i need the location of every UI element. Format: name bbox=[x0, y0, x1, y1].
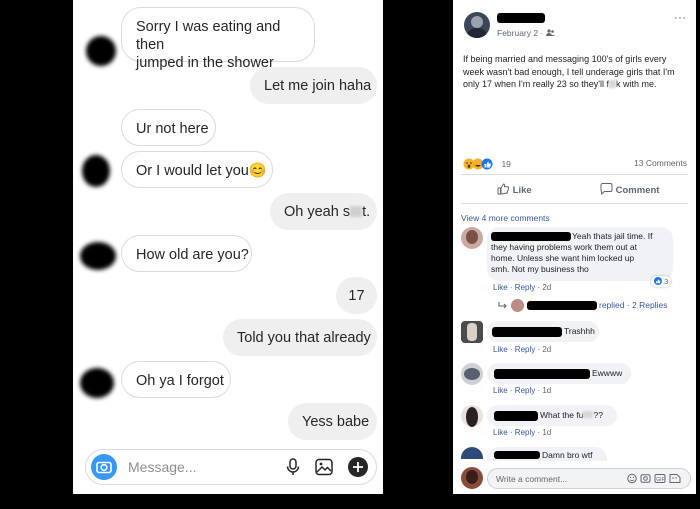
post-date[interactable]: February 2 · bbox=[497, 28, 555, 38]
message-bubble-incoming[interactable]: Or I would let you😊 bbox=[121, 151, 273, 188]
message-bubble-incoming[interactable]: Oh ya I forgot bbox=[121, 361, 231, 398]
friends-audience-icon bbox=[545, 29, 555, 36]
message-text: Sorry I was eating and then bbox=[136, 19, 281, 53]
commenter-avatar[interactable] bbox=[461, 363, 483, 385]
replier-avatar bbox=[511, 299, 524, 312]
sender-avatar bbox=[82, 155, 110, 187]
post-body: If being married and messaging 100's of … bbox=[463, 54, 675, 89]
message-text: 17 bbox=[348, 288, 365, 304]
more-options-icon[interactable]: ··· bbox=[674, 10, 686, 24]
message-input[interactable]: Message... bbox=[128, 459, 196, 475]
current-user-avatar bbox=[461, 467, 483, 489]
message-text: Told you that already bbox=[237, 330, 371, 346]
comment-like-link[interactable]: Like bbox=[493, 283, 508, 292]
comment-like-count[interactable]: 3 bbox=[651, 276, 672, 287]
comment-button[interactable]: Comment bbox=[600, 183, 659, 196]
poster-avatar[interactable] bbox=[464, 12, 490, 38]
comment-text: What the fu?? bbox=[540, 410, 603, 420]
svg-text:GIF: GIF bbox=[656, 477, 664, 483]
comment-reply-link[interactable]: Reply bbox=[515, 283, 535, 292]
comment-text: Ewwww bbox=[592, 368, 623, 378]
thumbs-up-icon bbox=[497, 183, 510, 195]
comment-actions: Like · Reply · 1d bbox=[493, 386, 552, 395]
chat-panel: Sorry I was eating and then jumped in th… bbox=[73, 0, 383, 494]
message-text: Ur not here bbox=[136, 121, 209, 137]
reactions-summary[interactable]: 19 bbox=[463, 155, 511, 173]
message-text: Oh yeah s bbox=[284, 204, 351, 220]
write-comment-input[interactable]: Write a comment... GIF bbox=[487, 468, 691, 489]
gallery-icon[interactable] bbox=[314, 457, 334, 477]
camera-icon[interactable] bbox=[91, 454, 117, 480]
like-button[interactable]: Like bbox=[497, 183, 532, 196]
comment-text: Yeah thats jail time. If bbox=[572, 231, 653, 241]
comment-reply-link[interactable]: Reply bbox=[515, 428, 535, 437]
comment-icon bbox=[600, 183, 613, 196]
message-bubble-incoming[interactable]: How old are you? bbox=[121, 235, 252, 272]
comment-actions: Like · Reply · 2d bbox=[493, 345, 552, 354]
message-text: Or I would let you bbox=[136, 163, 249, 179]
comment-text: they having problems work them out at ho… bbox=[491, 242, 637, 274]
message-bubble-incoming[interactable]: Ur not here bbox=[121, 109, 216, 146]
comment-bubble[interactable]: Yeah thats jail time. If they having pro… bbox=[487, 227, 673, 281]
reaction-emojis-icon bbox=[463, 158, 493, 170]
view-replies-link[interactable]: replied · 2 Replies bbox=[599, 300, 668, 310]
comment-like-link[interactable]: Like bbox=[493, 428, 508, 437]
comment-bubble[interactable]: Ewwww bbox=[487, 363, 631, 384]
sender-avatar bbox=[80, 368, 114, 398]
comment-bubble[interactable]: Damn bro wtf bbox=[487, 447, 607, 461]
message-text: Yess babe bbox=[302, 414, 370, 430]
message-composer[interactable]: Message... bbox=[85, 449, 377, 485]
comment-actions: Like · Reply · 2d bbox=[493, 283, 552, 292]
message-text: t. bbox=[362, 204, 371, 220]
facebook-post-panel: February 2 · ··· If being married and me… bbox=[453, 0, 696, 494]
redacted-name bbox=[497, 13, 545, 23]
message-text: How old are you? bbox=[136, 247, 249, 263]
add-icon[interactable] bbox=[347, 456, 368, 477]
comment-tools-icon[interactable]: GIF bbox=[627, 473, 685, 484]
message-bubble-outgoing[interactable]: Oh yeah s t. bbox=[270, 193, 377, 230]
comment-bubble[interactable]: What the fu?? bbox=[487, 405, 617, 426]
comments-count[interactable]: 13 Comments bbox=[634, 158, 687, 168]
write-comment-row: Write a comment... GIF bbox=[453, 461, 696, 494]
comment-reply-link[interactable]: Reply bbox=[515, 386, 535, 395]
view-more-comments-link[interactable]: View 4 more comments bbox=[461, 213, 550, 223]
comment-like-link[interactable]: Like bbox=[493, 345, 508, 354]
comment-reply-link[interactable]: Reply bbox=[515, 345, 535, 354]
like-reaction-icon bbox=[654, 277, 662, 285]
commenter-avatar[interactable] bbox=[461, 447, 483, 459]
message-text: Oh ya I forgot bbox=[136, 373, 224, 389]
sender-avatar bbox=[80, 242, 116, 270]
comment-like-link[interactable]: Like bbox=[493, 386, 508, 395]
reply-arrow-icon bbox=[498, 302, 507, 309]
microphone-icon[interactable] bbox=[283, 457, 303, 477]
message-bubble-outgoing[interactable]: Told you that already bbox=[223, 319, 377, 356]
commenter-avatar[interactable] bbox=[461, 405, 483, 427]
message-bubble-incoming[interactable]: Sorry I was eating and then jumped in th… bbox=[121, 7, 315, 71]
message-bubble-outgoing[interactable]: 17 bbox=[336, 277, 377, 314]
message-bubble-outgoing[interactable]: Let me join haha bbox=[250, 67, 377, 104]
smile-emoji-icon: 😊 bbox=[248, 163, 267, 179]
censor-blur bbox=[350, 206, 363, 217]
commenter-avatar[interactable] bbox=[461, 321, 483, 343]
commenter-avatar[interactable] bbox=[461, 227, 483, 249]
message-bubble-outgoing[interactable]: Yess babe bbox=[288, 403, 377, 440]
comment-text: Damn bro wtf bbox=[542, 450, 593, 460]
divider bbox=[461, 203, 688, 204]
sender-avatar bbox=[86, 36, 116, 66]
comment-actions: Like · Reply · 1d bbox=[493, 428, 552, 437]
message-text: Let me join haha bbox=[264, 78, 372, 94]
comment-text: Trashhh bbox=[564, 326, 595, 336]
comment-bubble[interactable]: Trashhh bbox=[487, 321, 599, 342]
divider bbox=[461, 174, 688, 175]
